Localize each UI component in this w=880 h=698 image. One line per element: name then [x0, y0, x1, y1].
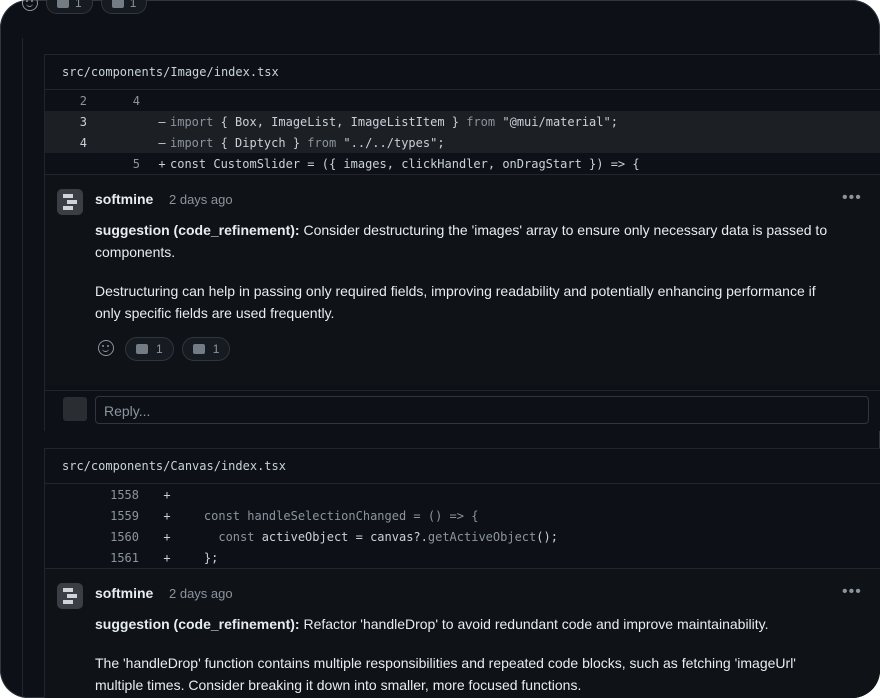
thumbs-up-reaction[interactable]: 1	[46, 0, 93, 14]
file-path[interactable]: src/components/Image/index.tsx	[45, 55, 880, 90]
smiley-icon	[98, 340, 114, 356]
thumbs-down-icon	[111, 0, 124, 8]
thumbs-down-icon	[192, 344, 205, 354]
review-thread: src/components/Image/index.tsx 2 4 3 – i…	[44, 54, 880, 431]
previous-reactions: 1 1	[22, 0, 148, 14]
avatar[interactable]	[57, 583, 83, 609]
add-reaction-button[interactable]	[95, 337, 117, 359]
ellipsis-icon[interactable]: •••	[842, 583, 862, 601]
comment-time[interactable]: 2 days ago	[169, 586, 233, 601]
diff-line-added: 1560 + const activeObject = canvas?.getA…	[110, 529, 558, 544]
smiley-icon[interactable]	[22, 0, 38, 11]
comment-reactions: 1 1	[95, 337, 231, 361]
diff-line: 2 4	[79, 93, 140, 108]
diff-line-added: 1558 +	[110, 487, 171, 502]
comment-author[interactable]: softmine	[95, 191, 153, 207]
diff-snippet: 1558 + 1559 + const handleSelectionChang…	[45, 484, 880, 568]
diff-snippet: 2 4 3 – import { Box, ImageList, ImageLi…	[45, 90, 880, 174]
diff-line-added: 1559 + const handleSelectionChanged = ()…	[110, 508, 479, 523]
review-comment: softmine 2 days ago ••• suggestion (code…	[45, 568, 880, 698]
review-thread: src/components/Canvas/index.tsx 1558 + 1…	[44, 448, 880, 698]
review-panel: 1 1 src/components/Image/index.tsx 2 4 3…	[0, 0, 880, 698]
thumbs-up-reaction[interactable]: 1	[125, 337, 174, 361]
thumbs-up-icon	[57, 0, 69, 8]
reply-input[interactable]: Reply...	[95, 396, 869, 424]
thumbs-down-reaction[interactable]: 1	[181, 337, 231, 361]
avatar	[63, 397, 87, 421]
thumbs-up-icon	[136, 344, 148, 354]
thumbs-down-reaction[interactable]: 1	[100, 0, 148, 14]
thumbs-down-count: 1	[129, 0, 137, 10]
avatar[interactable]	[57, 189, 83, 215]
thumbs-up-count: 1	[156, 342, 163, 356]
thumbs-up-count: 1	[75, 0, 82, 10]
diff-line-added: 5 + const CustomSlider = ({ images, clic…	[132, 156, 640, 171]
diff-line-removed: 4 – import { Diptych } from "../../types…	[45, 132, 880, 153]
file-path[interactable]: src/components/Canvas/index.tsx	[45, 449, 880, 484]
reply-row: Reply...	[45, 390, 880, 431]
diff-line-added: 1561 + };	[110, 550, 219, 565]
thumbs-down-count: 1	[212, 342, 220, 356]
comment-body: suggestion (code_refinement): Refactor '…	[95, 616, 796, 693]
ellipsis-icon[interactable]: •••	[842, 189, 862, 207]
comment-author[interactable]: softmine	[95, 585, 153, 601]
review-comment: softmine 2 days ago ••• suggestion (code…	[45, 174, 880, 385]
thread-line	[22, 38, 23, 698]
diff-line-removed: 3 – import { Box, ImageList, ImageListIt…	[45, 111, 880, 132]
comment-time[interactable]: 2 days ago	[169, 192, 233, 207]
comment-body: suggestion (code_refinement): Consider d…	[95, 222, 828, 321]
